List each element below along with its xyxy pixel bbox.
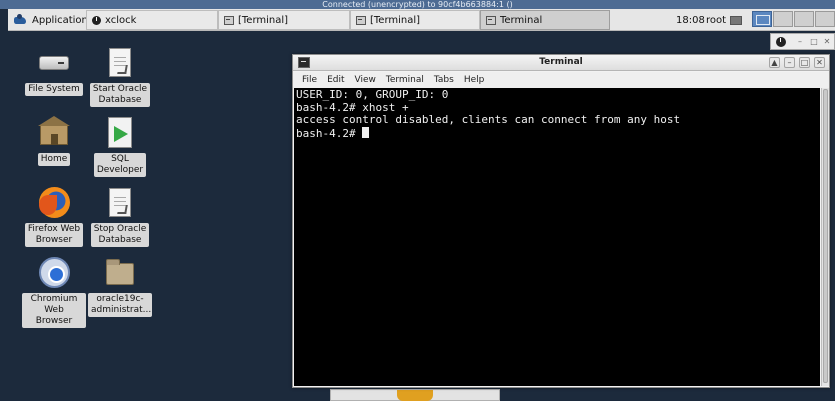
vnc-status-bar: Connected (unencrypted) to 90cf4b663884:… [0, 0, 835, 9]
terminal-icon [486, 15, 496, 25]
desktop-icon-label: Chromium Web Browser [22, 293, 86, 328]
workspace-3[interactable] [794, 11, 814, 27]
minimize-icon[interactable]: – [795, 37, 805, 47]
sql-developer-icon [103, 117, 137, 149]
close-icon[interactable]: ✕ [822, 37, 832, 47]
panel-user[interactable]: root [702, 10, 730, 30]
applications-label: Applications [32, 14, 94, 26]
terminal-scrollbar[interactable] [821, 88, 829, 386]
taskbar-item-terminal-1[interactable]: [Terminal] [218, 10, 350, 30]
desktop-icon-label: Start Oracle Database [89, 83, 151, 107]
window-title: Terminal [539, 57, 583, 67]
clock-icon [776, 37, 786, 47]
desktop-icon-file-system[interactable]: File System [22, 47, 86, 96]
taskbar-item-terminal-active[interactable]: Terminal [480, 10, 610, 30]
close-icon[interactable]: ✕ [814, 57, 825, 68]
terminal-icon [356, 15, 366, 25]
folder-icon [103, 257, 137, 289]
desktop-icon-firefox[interactable]: Firefox Web Browser [22, 187, 86, 247]
desktop-icon-label: oracle19c- administrat... [88, 293, 152, 317]
terminal-prompt: bash-4.2# [296, 126, 363, 140]
desktop-icon-sql-developer[interactable]: SQL Developer [88, 117, 152, 177]
window-menu-up-icon[interactable]: ▲ [769, 57, 780, 68]
menu-file[interactable]: File [297, 75, 322, 85]
desktop-icon-label: Stop Oracle Database [90, 223, 150, 247]
scrollbar-thumb[interactable] [823, 89, 828, 383]
desktop-icon-oracle19c-folder[interactable]: oracle19c- administrat... [88, 257, 152, 317]
menu-terminal[interactable]: Terminal [381, 75, 429, 85]
task-label: Terminal [500, 14, 543, 26]
top-panel: Applications xclock [Terminal] [Terminal… [8, 9, 835, 31]
terminal-line: access control disabled, clients can con… [296, 113, 681, 126]
workspace-2[interactable] [773, 11, 793, 27]
maximize-icon[interactable]: □ [809, 37, 819, 47]
home-folder-icon [37, 116, 71, 149]
task-label: xclock [105, 14, 137, 26]
terminal-line: USER_ID: 0, GROUP_ID: 0 [296, 88, 449, 101]
script-icon [103, 187, 137, 219]
desktop-icon-label: File System [25, 83, 83, 96]
menu-edit[interactable]: Edit [322, 75, 349, 85]
applications-icon [14, 14, 28, 26]
taskbar-item-terminal-2[interactable]: [Terminal] [350, 10, 480, 30]
workspace-4[interactable] [815, 11, 835, 27]
minimize-icon[interactable]: – [784, 57, 795, 68]
desktop-icon-label: SQL Developer [93, 153, 147, 177]
firefox-icon [37, 187, 71, 219]
chromium-icon [37, 257, 71, 289]
clock-time: 18:08 [676, 14, 705, 26]
taskbar-item-xclock[interactable]: xclock [86, 10, 218, 30]
desktop-icon-stop-oracle-database[interactable]: Stop Oracle Database [88, 187, 152, 247]
desktop-icon-home[interactable]: Home [22, 116, 86, 166]
terminal-window[interactable]: Terminal ▲ – □ ✕ File Edit View Terminal… [292, 54, 830, 388]
menu-help[interactable]: Help [459, 75, 490, 85]
background-window-fragment [330, 389, 500, 401]
desktop-icon-chromium[interactable]: Chromium Web Browser [22, 257, 86, 328]
xclock-window-titlebar[interactable]: – □ ✕ [770, 33, 835, 50]
script-icon [103, 47, 137, 79]
terminal-icon [224, 15, 234, 25]
user-name: root [706, 14, 727, 26]
text-cursor [362, 126, 370, 138]
maximize-icon[interactable]: □ [799, 57, 810, 68]
task-label: [Terminal] [238, 14, 289, 26]
terminal-output[interactable]: USER_ID: 0, GROUP_ID: 0 bash-4.2# xhost +… [294, 88, 820, 386]
tray-icon[interactable] [730, 16, 742, 25]
desktop-icon-label: Home [37, 153, 71, 166]
desktop-icon-start-oracle-database[interactable]: Start Oracle Database [88, 47, 152, 107]
terminal-titlebar[interactable]: Terminal ▲ – □ ✕ [293, 55, 829, 71]
terminal-menubar: File Edit View Terminal Tabs Help [293, 72, 829, 88]
menu-tabs[interactable]: Tabs [429, 75, 459, 85]
menu-view[interactable]: View [350, 75, 381, 85]
clock-icon [92, 15, 101, 25]
desktop-icon-label: Firefox Web Browser [24, 223, 84, 247]
applications-menu-button[interactable]: Applications [10, 10, 97, 30]
drive-icon [37, 47, 71, 79]
terminal-prompt-line: bash-4.2# [296, 126, 818, 141]
task-label: [Terminal] [370, 14, 421, 26]
workspace-1[interactable] [752, 11, 772, 27]
